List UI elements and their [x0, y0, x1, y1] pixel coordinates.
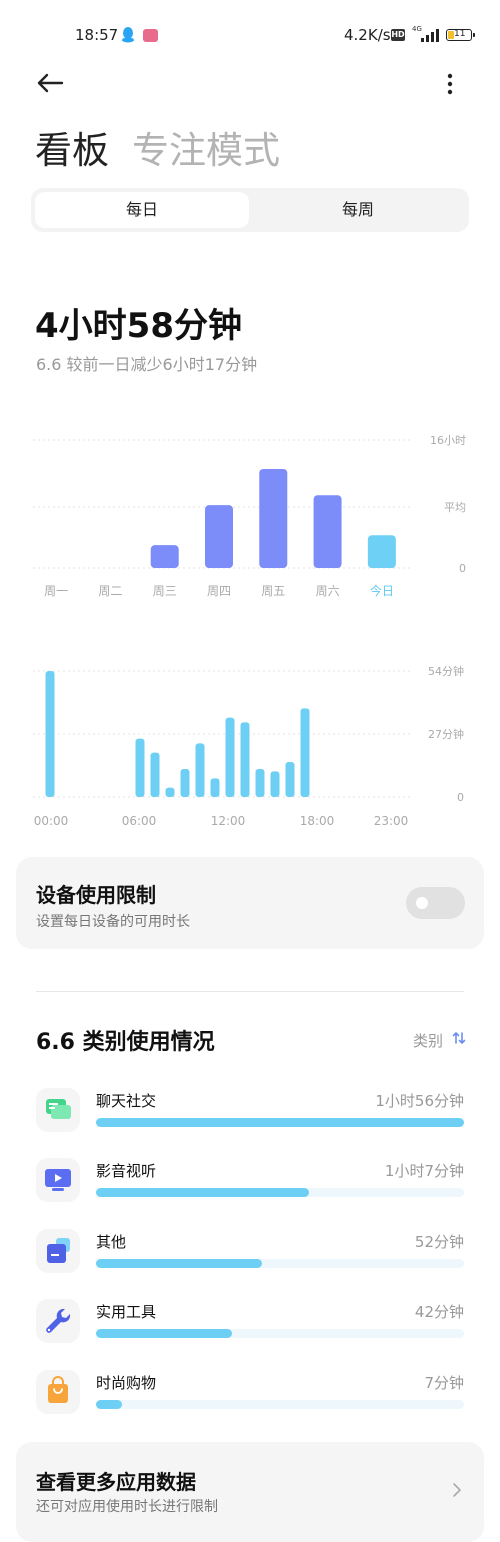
back-arrow-icon[interactable]: [36, 72, 64, 94]
x-tick-label: 周五: [261, 584, 285, 598]
tab-focus-mode[interactable]: 专注模式: [132, 120, 280, 174]
signal-icon: [421, 29, 439, 42]
x-tick-label: 周一: [44, 584, 68, 598]
bar-hour-6: [135, 738, 145, 797]
bar-hour-8: [165, 787, 175, 797]
bar-hour-13: [240, 722, 250, 797]
bar-2: [150, 545, 179, 568]
category-progress-track: [96, 1188, 464, 1197]
y-tick-label: 0: [457, 791, 464, 804]
category-name: 实用工具: [96, 1303, 157, 1321]
bar-4: [259, 468, 288, 568]
toggle-knob: [416, 897, 428, 909]
more-options-icon[interactable]: [445, 72, 455, 96]
more-app-data-card[interactable]: 查看更多应用数据 还可对应用使用时长进行限制: [16, 1442, 484, 1542]
status-time: 18:57: [75, 26, 119, 44]
hd-icon: HD: [391, 29, 405, 41]
bar-hour-11: [210, 778, 220, 797]
category-progress-bar: [96, 1188, 310, 1197]
category-sort-label[interactable]: 类别: [413, 1030, 443, 1051]
segment-weekly[interactable]: 每周: [251, 188, 465, 232]
bar-hour-16: [285, 762, 295, 797]
total-usage-time: 4小时58分钟: [35, 306, 242, 346]
category-progress-bar: [96, 1329, 233, 1338]
bar-hour-12: [225, 717, 235, 797]
category-progress-bar: [96, 1259, 262, 1268]
device-limit-subtitle: 设置每日设备的可用时长: [36, 914, 190, 930]
category-time: 42分钟: [414, 1303, 464, 1321]
chat-icon: [36, 1088, 80, 1132]
category-name: 时尚购物: [96, 1374, 157, 1392]
y-tick-label: 0: [459, 562, 466, 575]
device-limit-toggle[interactable]: [406, 887, 465, 919]
shopping-bag-icon: [36, 1370, 80, 1414]
bar-hour-14: [255, 769, 265, 797]
more-app-data-subtitle: 还可对应用使用时长进行限制: [36, 1499, 218, 1515]
category-time: 52分钟: [414, 1233, 464, 1251]
usage-comparison: 6.6 较前一日减少6小时17分钟: [36, 355, 258, 374]
weekly-usage-chart: 16小时平均 0 周一 周二 周三 周四 周五 周六 今日: [33, 434, 466, 598]
bar-hour-7: [150, 752, 160, 797]
category-usage-title: 6.6 类别使用情况: [36, 1030, 215, 1055]
status-bar: 18:57 4.2K/s HD 4G 11: [0, 0, 500, 70]
x-tick-label: 00:00: [34, 814, 69, 828]
x-tick-label: 周二: [98, 584, 122, 598]
category-progress-track: [96, 1118, 464, 1127]
y-tick-label: 27分钟: [428, 727, 464, 741]
x-tick-label: 06:00: [122, 814, 157, 828]
y-tick-label: 54分钟: [428, 664, 464, 678]
tab-dashboard[interactable]: 看板: [35, 120, 109, 174]
bar-hour-15: [270, 771, 280, 797]
y-tick-label: 平均: [444, 501, 466, 514]
bar-hour-17: [300, 708, 310, 797]
bar-hour-10: [195, 743, 205, 797]
category-name: 其他: [96, 1233, 127, 1251]
x-tick-label: 23:00: [374, 814, 409, 828]
section-divider: [36, 991, 464, 992]
x-tick-label: 周四: [207, 584, 231, 598]
battery-icon: 11: [446, 29, 475, 41]
category-row-shopping[interactable]: 时尚购物 7分钟: [0, 1370, 500, 1430]
category-row-other[interactable]: 其他 52分钟: [0, 1229, 500, 1289]
bar-6: [367, 535, 396, 568]
category-progress-bar: [96, 1400, 122, 1409]
x-tick-label: 今日: [370, 583, 394, 598]
device-limit-title: 设备使用限制: [36, 883, 156, 907]
category-progress-track: [96, 1329, 464, 1338]
hourly-usage-chart: 54分钟 27分钟 0 00:00 06:00 12:00 18:00 23:00: [33, 664, 464, 828]
category-progress-track: [96, 1259, 464, 1268]
x-tick-label: 周三: [153, 584, 177, 598]
app-notification-icon: [143, 29, 158, 42]
x-tick-label: 12:00: [211, 814, 246, 828]
video-icon: [36, 1158, 80, 1202]
x-tick-label: 18:00: [300, 814, 335, 828]
bar-hour-0: [45, 671, 55, 797]
device-limit-card[interactable]: 设备使用限制 设置每日设备的可用时长: [16, 857, 484, 949]
wrench-icon: [36, 1299, 80, 1343]
bar-5: [313, 495, 342, 568]
more-app-data-title: 查看更多应用数据: [36, 1470, 196, 1494]
sort-icon[interactable]: [452, 1031, 466, 1045]
category-name: 聊天社交: [96, 1092, 157, 1110]
network-speed: 4.2K/s: [344, 26, 391, 44]
y-tick-label: 16小时: [430, 434, 466, 447]
category-name: 影音视听: [96, 1162, 157, 1180]
other-icon: [36, 1229, 80, 1273]
category-row-tools[interactable]: 实用工具 42分钟: [0, 1299, 500, 1359]
qq-notification-icon: [122, 27, 134, 43]
segment-daily[interactable]: 每日: [35, 188, 249, 232]
category-progress-track: [96, 1400, 464, 1409]
category-progress-bar: [96, 1118, 464, 1127]
period-segmented-control: 每日 每周: [31, 188, 469, 232]
bar-3: [205, 505, 233, 568]
category-row-video[interactable]: 影音视听 1小时7分钟: [0, 1158, 500, 1218]
bar-hour-9: [180, 769, 190, 797]
category-time: 1小时56分钟: [375, 1092, 464, 1110]
category-row-chat[interactable]: 聊天社交 1小时56分钟: [0, 1088, 500, 1148]
chevron-right-icon: [453, 1483, 461, 1497]
category-time: 1小时7分钟: [384, 1162, 464, 1180]
category-time: 7分钟: [424, 1374, 464, 1392]
x-tick-label: 周六: [316, 584, 340, 598]
battery-level: 11: [454, 29, 466, 39]
